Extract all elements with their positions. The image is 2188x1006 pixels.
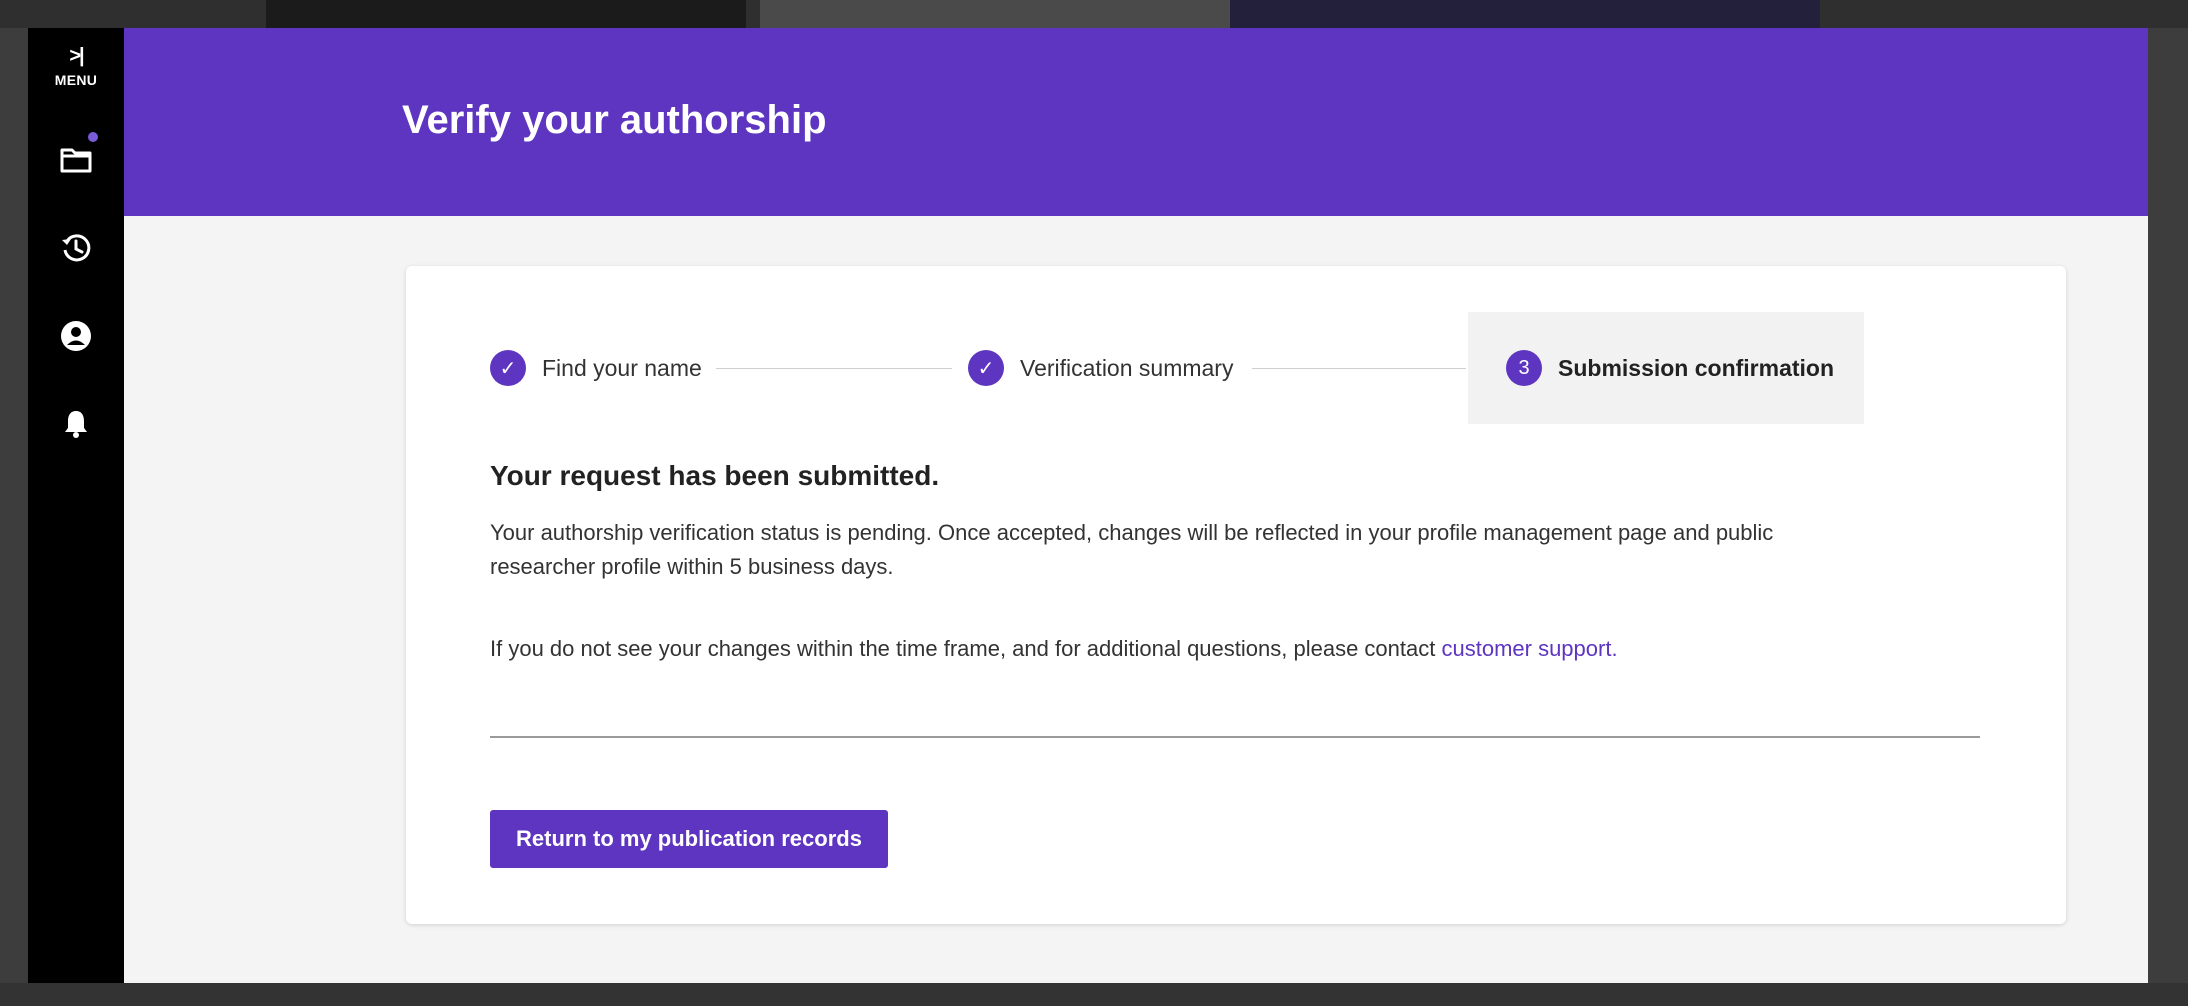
bell-icon: [65, 411, 87, 438]
background-page-bottom: [0, 983, 2188, 1006]
step-connector: [716, 368, 952, 369]
step-submission-confirmation: 3 Submission confirmation: [1468, 312, 1864, 424]
nav-profile-button[interactable]: [52, 312, 100, 360]
help-message: If you do not see your changes within th…: [490, 632, 1980, 666]
folder-icon: [60, 148, 92, 173]
expand-menu-icon: >|: [69, 45, 84, 67]
background-panel: [266, 0, 746, 28]
confirmation-card: ✓ Find your name ✓ Verification summary …: [406, 266, 2066, 924]
step-connector: [1252, 368, 1466, 369]
page-header: Verify your authorship: [124, 28, 2148, 216]
background-page-top: [0, 0, 2188, 28]
step-label: Find your name: [542, 354, 702, 381]
step-label: Verification summary: [1020, 354, 1234, 381]
step-verification-summary: ✓ Verification summary: [968, 312, 1233, 424]
step-label: Submission confirmation: [1558, 354, 1835, 381]
background-panel: [760, 0, 1230, 28]
background-panel: [1230, 0, 1820, 28]
menu-label: MENU: [54, 72, 98, 88]
notification-dot: [88, 132, 98, 142]
divider: [490, 736, 1980, 738]
progress-stepper: ✓ Find your name ✓ Verification summary …: [490, 312, 1870, 424]
nav-history-button[interactable]: [52, 224, 100, 272]
step-find-your-name: ✓ Find your name: [490, 312, 702, 424]
page-title: Verify your authorship: [402, 98, 827, 142]
side-nav-rail: >| MENU: [28, 28, 124, 983]
return-to-publication-records-button[interactable]: Return to my publication records: [490, 810, 888, 868]
help-text: If you do not see your changes within th…: [490, 636, 1436, 661]
confirmation-heading: Your request has been submitted.: [490, 460, 940, 491]
account-circle-icon: [61, 321, 91, 351]
history-icon: [62, 234, 91, 262]
check-circle-icon: ✓: [490, 350, 526, 386]
confirmation-content: Your request has been submitted. Your au…: [490, 460, 1980, 666]
status-message: Your authorship verification status is p…: [490, 520, 1774, 579]
step-number-badge: 3: [1506, 350, 1542, 386]
app-window: >| MENU Verify your authorship ✓ Find yo…: [28, 28, 2148, 983]
nav-notifications-button[interactable]: [52, 400, 100, 448]
nav-folder-button[interactable]: [52, 136, 100, 184]
check-circle-icon: ✓: [968, 350, 1004, 386]
menu-toggle-button[interactable]: >| MENU: [28, 46, 124, 88]
customer-support-link[interactable]: customer support.: [1441, 636, 1617, 661]
